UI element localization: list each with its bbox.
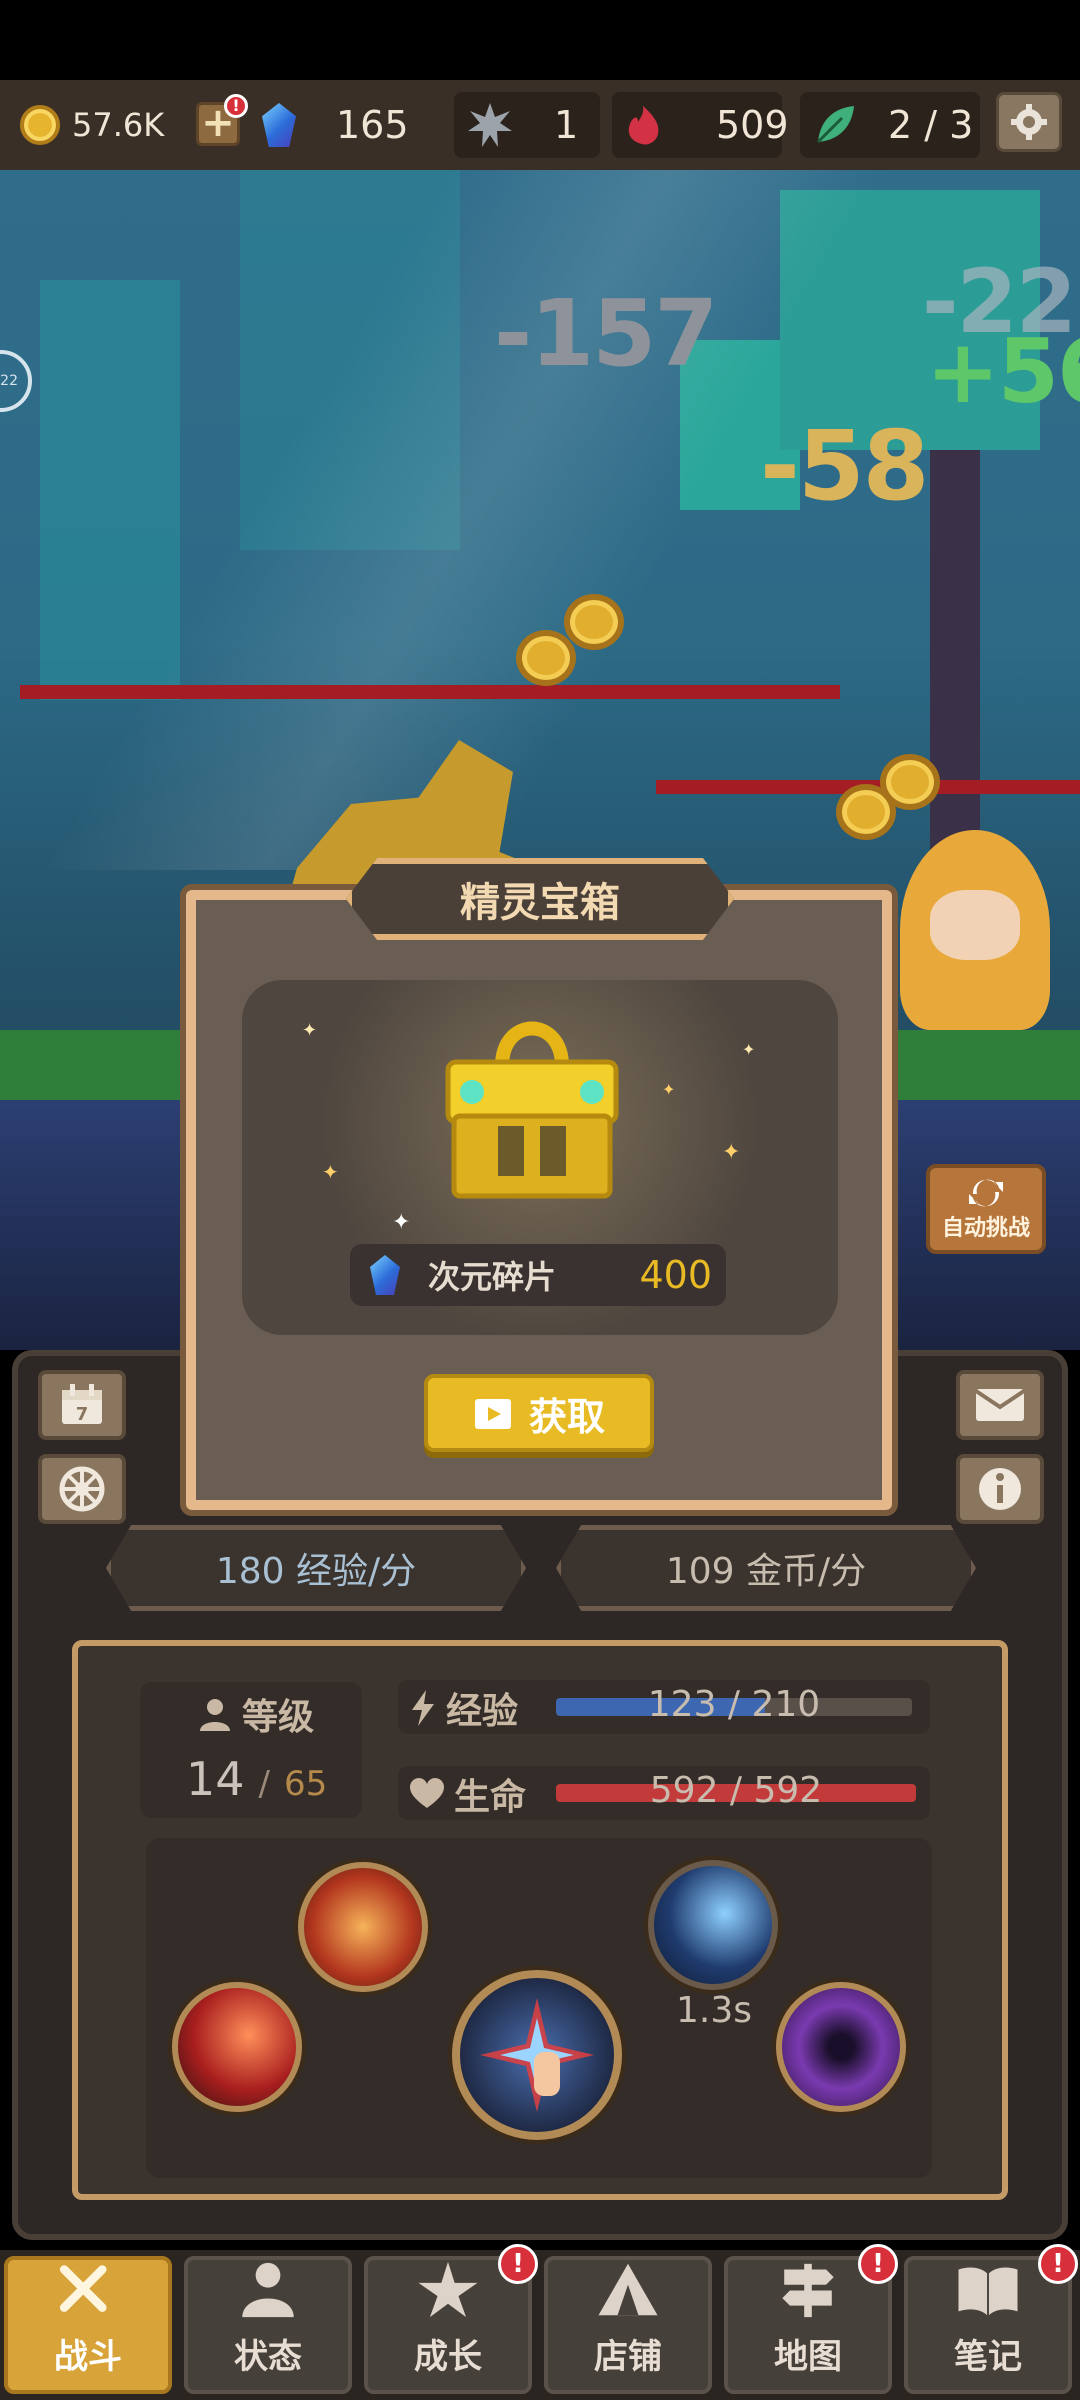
modal-title: 精灵宝箱	[346, 858, 734, 940]
nav-item-label: 成长	[414, 2337, 482, 2377]
tent-icon	[598, 2263, 658, 2316]
sparkle-icon	[418, 2261, 478, 2318]
sparkle-icon: ✦	[322, 1160, 339, 1184]
nav-item-label: 店铺	[594, 2337, 662, 2377]
sparkle-icon: ✦	[302, 1020, 318, 1041]
video-play-icon	[474, 1399, 511, 1429]
nav-item-3[interactable]: 店铺	[544, 2256, 712, 2394]
game-screen: 57.6K + ! 165 1 509 2 / 3 -157 -58 -22 +…	[0, 0, 1080, 2400]
alert-badge-icon: !	[498, 2244, 538, 2284]
sparkle-icon: ✦	[662, 1080, 676, 1099]
nav-item-0[interactable]: 战斗	[4, 2256, 172, 2394]
get-reward-button[interactable]: 获取	[424, 1374, 654, 1452]
nav-item-label: 笔记	[954, 2337, 1022, 2377]
sparkle-icon: ✦	[742, 1040, 756, 1059]
reward-name: 次元碎片	[428, 1258, 557, 1296]
nav-item-label: 地图	[774, 2337, 842, 2377]
nav-item-1[interactable]: 状态	[184, 2256, 352, 2394]
signpost-icon	[782, 2263, 834, 2318]
get-button-label: 获取	[528, 1394, 605, 1439]
swords-icon	[59, 2265, 107, 2312]
alert-badge-icon: !	[858, 2244, 898, 2284]
reward-row: 次元碎片 400	[350, 1244, 726, 1306]
reward-amount: 400	[639, 1253, 712, 1297]
dimension-shard-icon	[370, 1255, 400, 1295]
nav-item-label: 状态	[234, 2337, 302, 2377]
sparkle-icon: ✦	[722, 1140, 741, 1165]
alert-badge-icon: !	[1038, 2244, 1078, 2284]
nav-item-label: 战斗	[54, 2337, 122, 2377]
treasure-chest-icon	[445, 1021, 619, 1199]
book-icon	[958, 2267, 1018, 2316]
person-icon	[242, 2262, 294, 2318]
sparkle-icon: ✦	[392, 1210, 411, 1235]
